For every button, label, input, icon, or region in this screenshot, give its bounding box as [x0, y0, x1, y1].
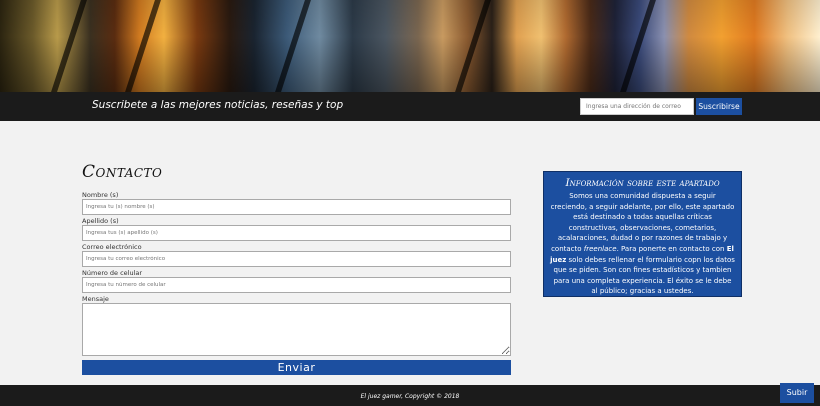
subscribe-tagline: Suscribete a las mejores noticias, reseñ… — [92, 99, 344, 111]
subscribe-bar: Suscribete a las mejores noticias, reseñ… — [0, 92, 820, 121]
info-box: Información sobre este apartado Somos un… — [543, 171, 742, 297]
message-label: Mensaje — [82, 295, 109, 303]
phone-field[interactable] — [82, 277, 511, 293]
name-label: Nombre (s) — [82, 191, 119, 199]
info-title: Información sobre este apartado — [565, 177, 720, 189]
message-textarea[interactable] — [82, 303, 511, 356]
email-field[interactable] — [82, 251, 511, 267]
email-label: Correo electrónico — [82, 243, 142, 251]
info-text-part: solo debes rellenar el formulario copn l… — [553, 255, 735, 296]
phone-label: Número de celular — [82, 269, 143, 277]
send-button[interactable]: Enviar — [82, 360, 511, 375]
name-field[interactable] — [82, 199, 511, 215]
info-text: Somos una comunidad dispuesta a seguir c… — [550, 191, 735, 297]
lastname-field[interactable] — [82, 225, 511, 241]
info-text-emphasis: freenlace — [583, 244, 617, 253]
scroll-top-button[interactable]: Subir — [780, 383, 814, 403]
info-text-part: . Para ponerte en contacto con — [616, 244, 727, 253]
info-text-part: Somos una comunidad dispuesta a seguir c… — [550, 192, 735, 253]
contact-title: Contacto — [82, 162, 163, 182]
subscribe-email-input[interactable] — [580, 98, 694, 115]
banner-shade — [0, 0, 820, 92]
footer: El juez gamer, Copyright © 2018 — [0, 385, 820, 406]
hero-banner-image — [0, 0, 820, 92]
subscribe-button[interactable]: Suscribirse — [696, 98, 742, 115]
footer-copyright: El juez gamer, Copyright © 2018 — [360, 393, 460, 400]
lastname-label: Apellido (s) — [82, 217, 119, 225]
